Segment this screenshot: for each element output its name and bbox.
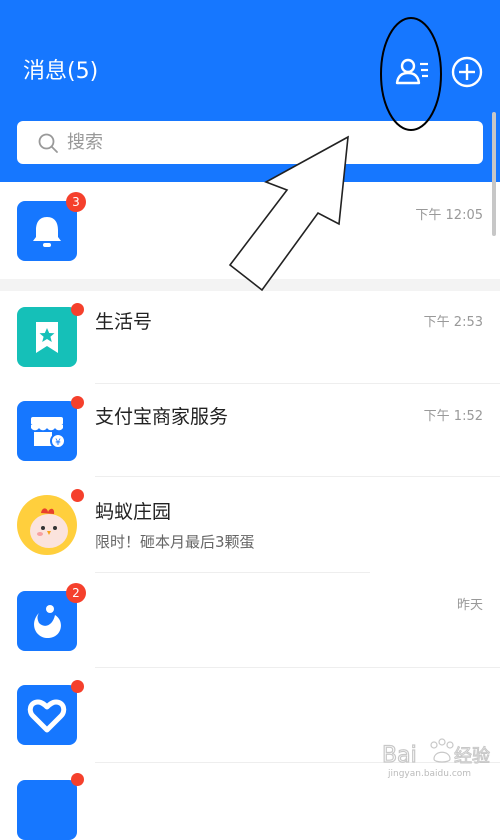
- list-item[interactable]: 3 下午 12:05: [0, 182, 500, 279]
- add-button[interactable]: [450, 55, 484, 89]
- unread-badge: 2: [66, 583, 86, 603]
- bookmark-star-icon: [17, 307, 77, 367]
- scrollbar[interactable]: [492, 112, 496, 236]
- message-name: 蚂蚁庄园: [95, 501, 172, 523]
- unread-dot: [71, 396, 84, 409]
- store-icon: ¥: [17, 401, 77, 461]
- baidu-watermark-logo: Bai 经验 jingyan.baidu.com: [381, 738, 491, 779]
- watermark-url: jingyan.baidu.com: [387, 769, 471, 779]
- bell-icon: [17, 201, 77, 261]
- message-time: 下午 2:53: [423, 315, 483, 330]
- page-title: 消息(5): [23, 59, 99, 84]
- unread-dot: [71, 680, 84, 693]
- unread-dot: [71, 489, 84, 502]
- search-input[interactable]: 搜索: [17, 121, 483, 164]
- message-preview: 限时！砸本月最后3颗蛋: [95, 533, 255, 551]
- watermark: Bai 经验 jingyan.baidu.com: [380, 735, 495, 780]
- message-time: 昨天: [456, 598, 483, 613]
- section-divider: [0, 279, 500, 291]
- contacts-button[interactable]: [392, 52, 432, 92]
- list-item[interactable]: 2 昨天: [0, 573, 500, 668]
- message-time: 下午 12:05: [415, 208, 483, 223]
- list-item[interactable]: ¥ 支付宝商家服务 下午 1:52: [0, 384, 500, 477]
- watermark-brand-cn: 经验: [454, 746, 490, 767]
- svg-text:¥: ¥: [55, 438, 61, 448]
- unread-badge: 3: [66, 192, 86, 212]
- list-item[interactable]: 生活号 下午 2:53: [0, 291, 500, 384]
- search-placeholder: 搜索: [67, 132, 103, 153]
- search-icon: [38, 133, 58, 153]
- message-time: 下午 1:52: [423, 409, 483, 424]
- message-name: 支付宝商家服务: [95, 406, 229, 428]
- app-icon: [17, 780, 77, 840]
- heart-icon: [17, 685, 77, 745]
- chicken-icon: [17, 495, 77, 555]
- unread-dot: [71, 773, 84, 786]
- plus-circle-icon: [451, 56, 483, 88]
- unread-dot: [71, 303, 84, 316]
- contacts-icon: [395, 58, 428, 85]
- list-item[interactable]: 蚂蚁庄园 限时！砸本月最后3颗蛋: [0, 477, 500, 573]
- message-name: 生活号: [95, 311, 153, 333]
- header-bar: 消息(5) 搜索: [0, 0, 500, 182]
- watermark-brand: Bai: [382, 743, 417, 768]
